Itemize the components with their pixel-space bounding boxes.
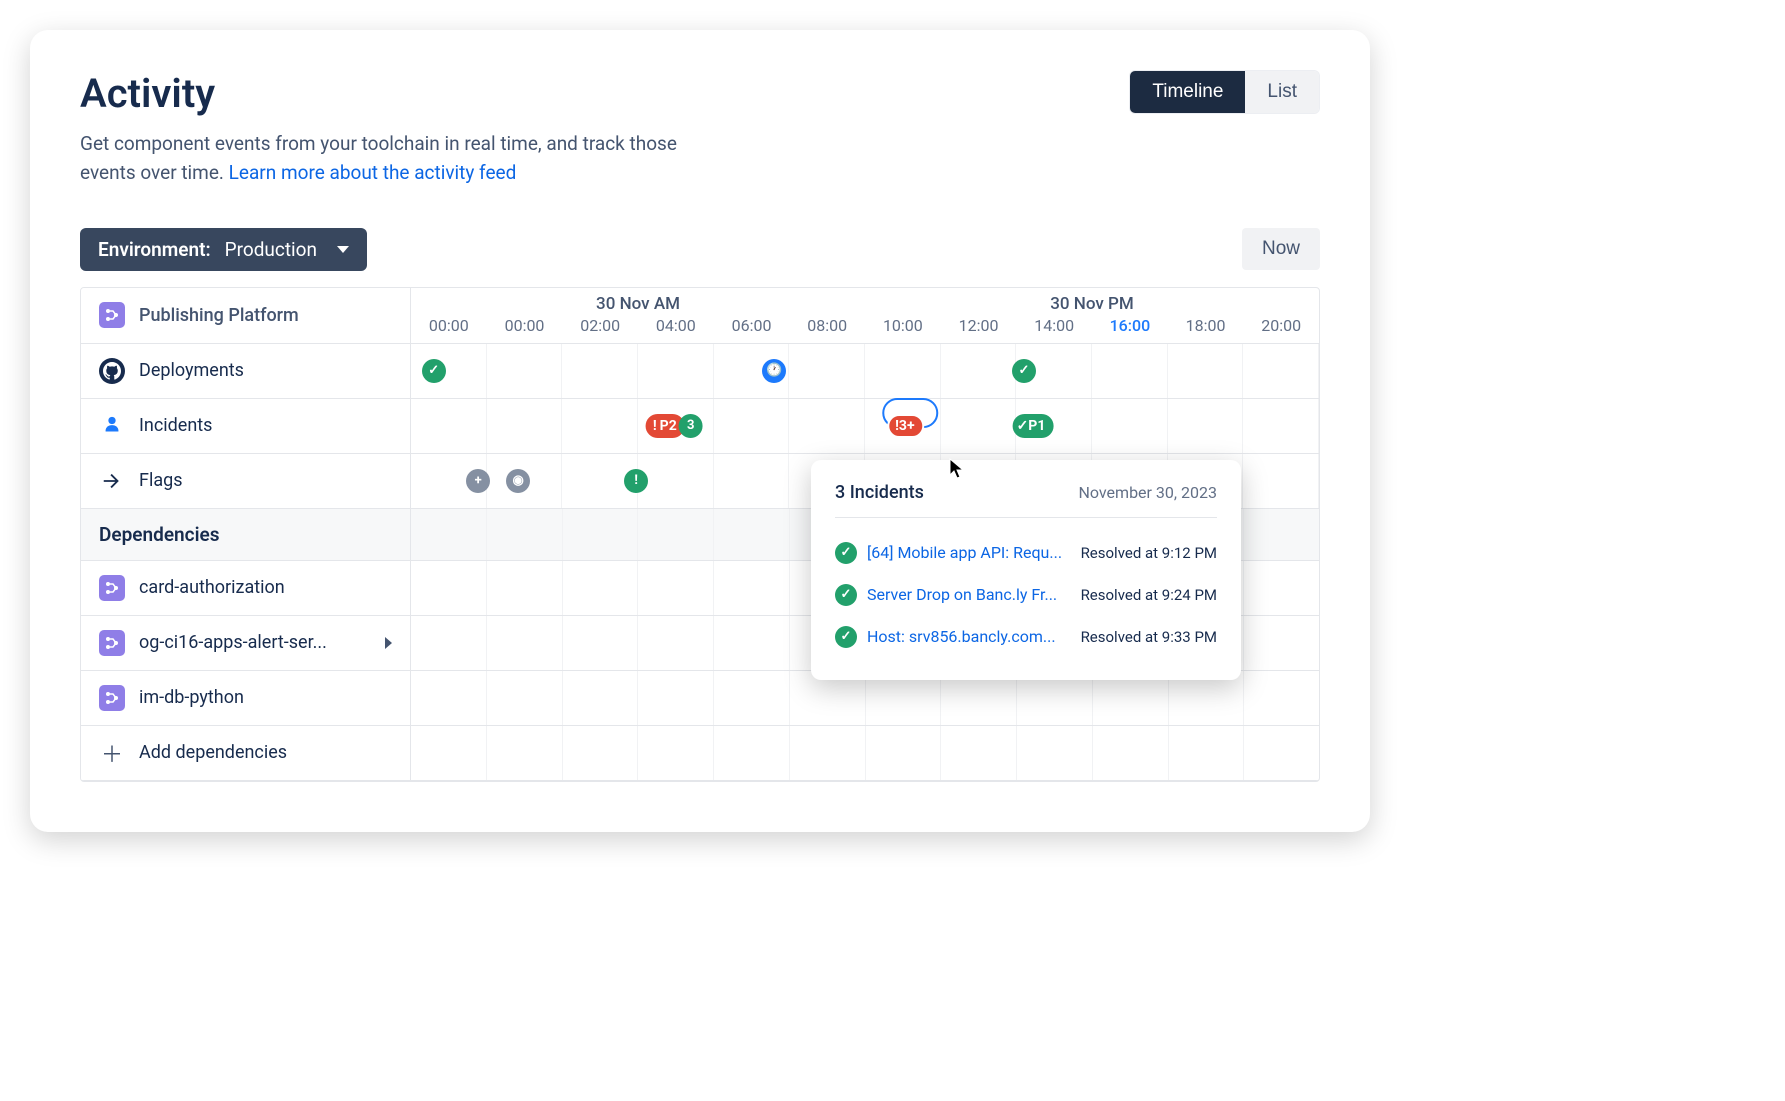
flag-target-marker[interactable]: ◉ — [506, 469, 530, 493]
day-label-am: 30 Nov AM — [411, 288, 865, 314]
incident-icon — [99, 413, 125, 439]
dependencies-section: Dependencies — [81, 509, 411, 560]
incident-p2-marker[interactable]: !P2 3 — [646, 414, 703, 438]
chevron-down-icon — [337, 246, 349, 253]
row-incidents[interactable]: Incidents — [81, 399, 411, 453]
component-icon — [99, 685, 125, 711]
hour-label: 18:00 — [1168, 314, 1244, 343]
component-icon — [99, 630, 125, 656]
popover-title: 3 Incidents — [835, 482, 924, 503]
hour-label: 20:00 — [1243, 314, 1319, 343]
environment-select[interactable]: Environment: Production — [80, 228, 367, 271]
popover-item: ✓ [64] Mobile app API: Requ... Resolved … — [835, 532, 1217, 574]
dependency-card-authorization[interactable]: card-authorization — [81, 561, 411, 615]
deploy-success-marker[interactable]: ✓ — [1012, 359, 1036, 383]
hour-label: 14:00 — [1016, 314, 1092, 343]
platform-header: Publishing Platform — [81, 288, 411, 343]
lane-deployments: ✓ 🕐 ✓ — [411, 344, 1319, 398]
check-icon: ✓ — [835, 542, 857, 564]
incident-link[interactable]: Host: srv856.bancly.com... — [867, 627, 1056, 646]
hour-label: 00:00 — [411, 314, 487, 343]
view-toggle: Timeline List — [1129, 70, 1320, 114]
popover-item: ✓ Server Drop on Banc.ly Fr... Resolved … — [835, 574, 1217, 616]
chevron-right-icon — [385, 637, 392, 649]
dependency-im-db-python[interactable]: im-db-python — [81, 671, 411, 725]
component-icon — [99, 575, 125, 601]
check-icon: ✓ — [835, 584, 857, 606]
timeline-grid: Publishing Platform 30 Nov AM 30 Nov PM … — [80, 287, 1320, 782]
row-flags[interactable]: Flags — [81, 454, 411, 508]
lane-incidents: !P2 3 !3+ ✓ P1 — [411, 399, 1319, 453]
github-icon — [99, 358, 125, 384]
dependency-og-ci16[interactable]: og-ci16-apps-alert-ser... — [81, 616, 411, 670]
check-icon: ✓ — [835, 626, 857, 648]
popover-date: November 30, 2023 — [1078, 483, 1217, 502]
deploy-pending-marker[interactable]: 🕐 — [762, 359, 786, 383]
flag-info-marker[interactable]: ! — [624, 469, 648, 493]
add-dependencies-button[interactable]: ＋ Add dependencies — [81, 726, 411, 780]
incident-link[interactable]: [64] Mobile app API: Requ... — [867, 543, 1062, 562]
incident-count-badge: 3 — [679, 414, 703, 438]
incident-popover: 3 Incidents November 30, 2023 ✓ [64] Mob… — [811, 460, 1241, 680]
flag-icon — [99, 468, 125, 494]
activity-panel: Activity Get component events from your … — [30, 30, 1370, 832]
hour-label: 10:00 — [865, 314, 941, 343]
tab-list[interactable]: List — [1245, 71, 1319, 113]
component-icon — [99, 302, 125, 328]
incident-link[interactable]: Server Drop on Banc.ly Fr... — [867, 585, 1057, 604]
day-label-pm: 30 Nov PM — [865, 288, 1319, 314]
learn-more-link[interactable]: Learn more about the activity feed — [229, 161, 517, 184]
popover-item: ✓ Host: srv856.bancly.com... Resolved at… — [835, 616, 1217, 658]
hour-labels: 00:0000:0002:0004:0006:0008:0010:0012:00… — [411, 314, 1319, 343]
row-deployments[interactable]: Deployments — [81, 344, 411, 398]
page-subtitle: Get component events from your toolchain… — [80, 129, 720, 188]
now-button[interactable]: Now — [1242, 228, 1320, 270]
flag-add-marker[interactable]: + — [466, 469, 490, 493]
hour-label: 12:00 — [941, 314, 1017, 343]
hour-label: 00:00 — [487, 314, 563, 343]
hour-label: 04:00 — [638, 314, 714, 343]
tab-timeline[interactable]: Timeline — [1130, 71, 1245, 113]
plus-icon: ＋ — [99, 740, 125, 766]
hour-label: 08:00 — [789, 314, 865, 343]
deploy-success-marker[interactable]: ✓ — [422, 359, 446, 383]
incident-cluster-marker[interactable]: !3+ — [887, 414, 924, 438]
page-title: Activity — [80, 70, 720, 117]
hour-label: 02:00 — [562, 314, 638, 343]
hour-label: 16:00 — [1092, 314, 1168, 343]
incident-p1-marker[interactable]: ✓ P1 — [1013, 414, 1054, 438]
hour-label: 06:00 — [714, 314, 790, 343]
